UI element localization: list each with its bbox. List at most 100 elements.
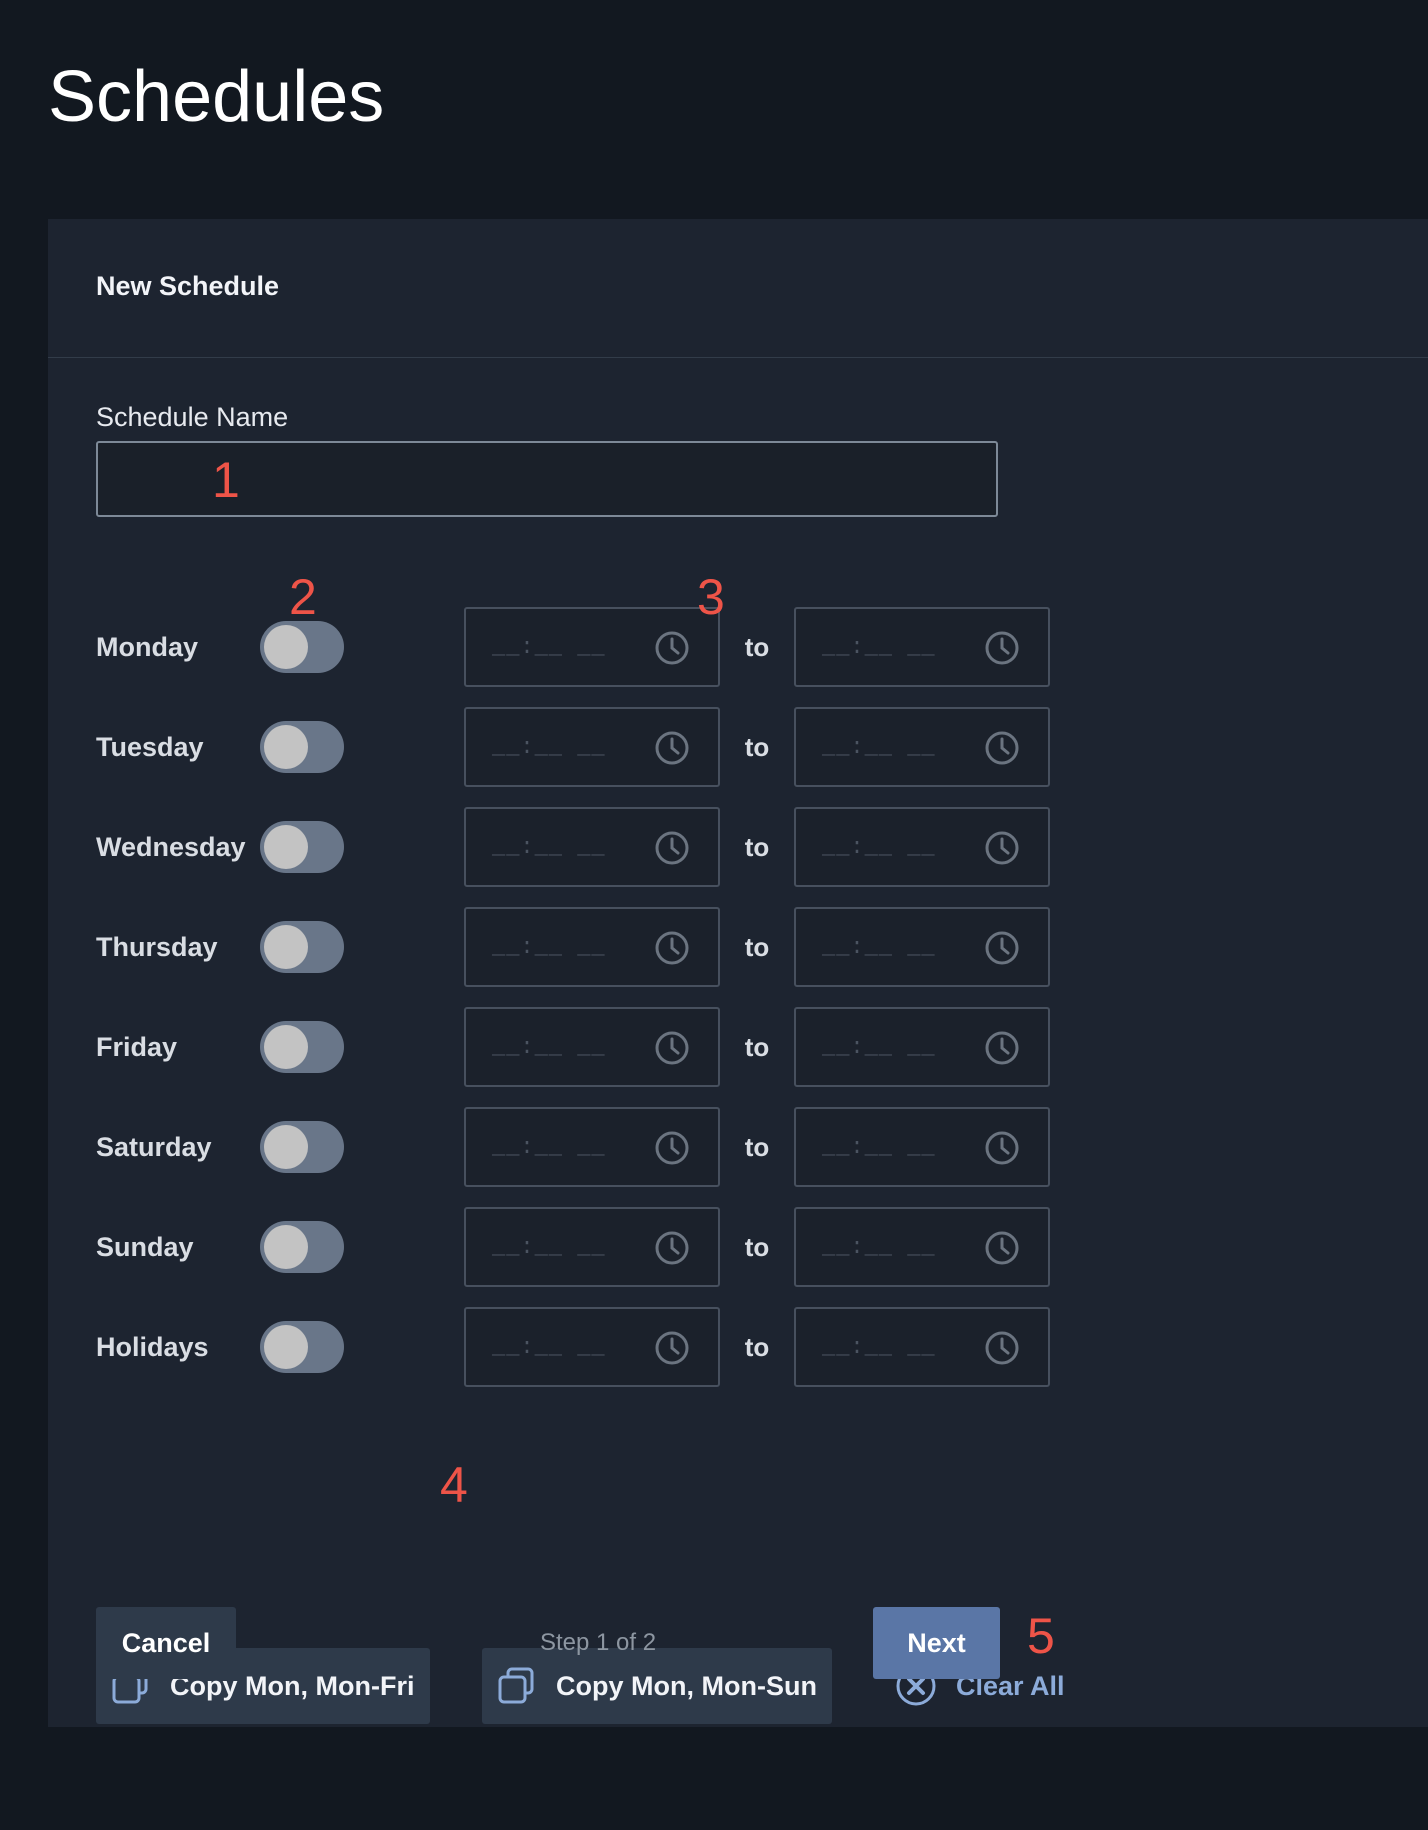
holidays-end-time-input[interactable]: __:__ __: [794, 1307, 1050, 1387]
sunday-end-time-input[interactable]: __:__ __: [794, 1207, 1050, 1287]
toggle-knob: [264, 1225, 308, 1269]
toggle-knob: [264, 925, 308, 969]
tuesday-end-time-input[interactable]: __:__ __: [794, 707, 1050, 787]
day-row-thursday: Thursday __:__ __ to __:__ __: [96, 907, 1050, 987]
monday-start-time-input[interactable]: __:__ __: [464, 607, 720, 687]
time-placeholder: __:__ __: [822, 1235, 936, 1260]
clock-icon: [655, 1231, 689, 1265]
friday-start-time-input[interactable]: __:__ __: [464, 1007, 720, 1087]
saturday-start-time-input[interactable]: __:__ __: [464, 1107, 720, 1187]
day-label: Thursday: [96, 932, 218, 962]
to-label: to: [744, 932, 770, 962]
monday-end-time-input[interactable]: __:__ __: [794, 607, 1050, 687]
day-label: Tuesday: [96, 732, 204, 762]
day-row-monday: Monday __:__ __ to __:__ __: [96, 607, 1050, 687]
day-label: Saturday: [96, 1132, 212, 1162]
callout-5: 5: [1027, 1608, 1055, 1664]
thursday-toggle[interactable]: [260, 921, 344, 973]
callout-3: 3: [697, 569, 725, 625]
thursday-start-time-input[interactable]: __:__ __: [464, 907, 720, 987]
toggle-knob: [264, 725, 308, 769]
day-row-holidays: Holidays __:__ __ to __:__ __: [96, 1307, 1050, 1387]
clock-icon: [985, 731, 1019, 765]
thursday-end-time-input[interactable]: __:__ __: [794, 907, 1050, 987]
saturday-end-time-input[interactable]: __:__ __: [794, 1107, 1050, 1187]
monday-toggle[interactable]: [260, 621, 344, 673]
time-placeholder: __:__ __: [822, 635, 936, 660]
day-row-saturday: Saturday __:__ __ to __:__ __: [96, 1107, 1050, 1187]
saturday-toggle[interactable]: [260, 1121, 344, 1173]
time-placeholder: __:__ __: [492, 735, 606, 760]
clock-icon: [985, 831, 1019, 865]
clock-icon: [985, 631, 1019, 665]
clock-icon: [655, 631, 689, 665]
wednesday-end-time-input[interactable]: __:__ __: [794, 807, 1050, 887]
time-placeholder: __:__ __: [492, 635, 606, 660]
step-indicator: Step 1 of 2: [539, 1629, 657, 1656]
new-schedule-card: New Schedule Schedule Name Monday __:__ _…: [48, 219, 1428, 1727]
wednesday-start-time-input[interactable]: __:__ __: [464, 807, 720, 887]
to-label: to: [744, 732, 770, 762]
holidays-toggle[interactable]: [260, 1321, 344, 1373]
to-label: to: [744, 1232, 770, 1262]
time-placeholder: __:__ __: [822, 735, 936, 760]
toggle-knob: [264, 825, 308, 869]
to-label: to: [744, 1132, 770, 1162]
card-header: New Schedule: [48, 219, 1428, 358]
day-label: Monday: [96, 632, 199, 662]
time-placeholder: __:__ __: [492, 835, 606, 860]
clock-icon: [985, 1031, 1019, 1065]
day-row-sunday: Sunday __:__ __ to __:__ __: [96, 1207, 1050, 1287]
clock-icon: [985, 931, 1019, 965]
time-placeholder: __:__ __: [822, 1135, 936, 1160]
toggle-knob: [264, 625, 308, 669]
tuesday-toggle[interactable]: [260, 721, 344, 773]
toggle-knob: [264, 1025, 308, 1069]
clock-icon: [985, 1131, 1019, 1165]
day-label: Sunday: [96, 1232, 194, 1262]
clock-icon: [985, 1231, 1019, 1265]
clock-icon: [655, 731, 689, 765]
sunday-toggle[interactable]: [260, 1221, 344, 1273]
time-placeholder: __:__ __: [822, 835, 936, 860]
day-label: Wednesday: [96, 832, 246, 862]
holidays-start-time-input[interactable]: __:__ __: [464, 1307, 720, 1387]
clock-icon: [655, 1131, 689, 1165]
toggle-knob: [264, 1125, 308, 1169]
sunday-start-time-input[interactable]: __:__ __: [464, 1207, 720, 1287]
clock-icon: [655, 931, 689, 965]
toggle-knob: [264, 1325, 308, 1369]
time-placeholder: __:__ __: [822, 1335, 936, 1360]
to-label: to: [744, 632, 770, 662]
cancel-button[interactable]: Cancel: [96, 1607, 236, 1679]
to-label: to: [744, 832, 770, 862]
time-placeholder: __:__ __: [492, 935, 606, 960]
page-title: Schedules: [48, 57, 385, 137]
callout-2: 2: [289, 569, 317, 625]
clock-icon: [985, 1331, 1019, 1365]
to-label: to: [744, 1032, 770, 1062]
next-button[interactable]: Next: [873, 1607, 1000, 1679]
day-label: Friday: [96, 1032, 178, 1062]
callout-1: 1: [212, 452, 240, 508]
day-row-wednesday: Wednesday __:__ __ to __:__ __: [96, 807, 1050, 887]
day-row-tuesday: Tuesday __:__ __ to __:__ __: [96, 707, 1050, 787]
day-row-friday: Friday __:__ __ to __:__ __: [96, 1007, 1050, 1087]
wednesday-toggle[interactable]: [260, 821, 344, 873]
card-title: New Schedule: [96, 271, 280, 301]
clock-icon: [655, 1331, 689, 1365]
time-placeholder: __:__ __: [822, 1035, 936, 1060]
time-placeholder: __:__ __: [492, 1235, 606, 1260]
friday-toggle[interactable]: [260, 1021, 344, 1073]
time-placeholder: __:__ __: [492, 1035, 606, 1060]
schedule-name-label: Schedule Name: [96, 402, 289, 432]
day-label: Holidays: [96, 1332, 209, 1362]
clock-icon: [655, 831, 689, 865]
time-placeholder: __:__ __: [492, 1335, 606, 1360]
clock-icon: [655, 1031, 689, 1065]
to-label: to: [744, 1332, 770, 1362]
time-placeholder: __:__ __: [492, 1135, 606, 1160]
callout-4: 4: [440, 1457, 468, 1513]
tuesday-start-time-input[interactable]: __:__ __: [464, 707, 720, 787]
friday-end-time-input[interactable]: __:__ __: [794, 1007, 1050, 1087]
